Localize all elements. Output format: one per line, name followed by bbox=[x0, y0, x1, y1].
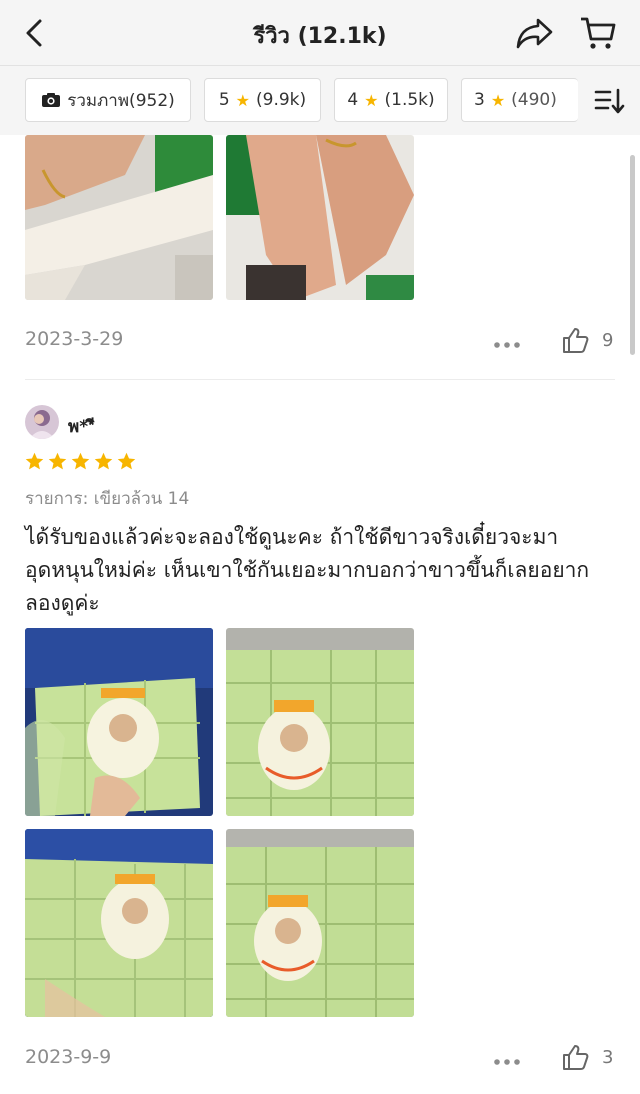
star-icon bbox=[25, 452, 44, 470]
review-filter-bar: รวมภาพ(952) 5 ★ (9.9k) 4 ★ (1.5k) 3 ★ (4… bbox=[0, 67, 640, 135]
star-icon bbox=[48, 452, 67, 470]
filter-chip-3-star[interactable]: 3 ★ (490) bbox=[461, 78, 578, 122]
filter-chip-label: 3 bbox=[474, 90, 485, 110]
filter-chip-count: (9.9k) bbox=[256, 90, 307, 110]
thumbs-up-icon[interactable] bbox=[561, 1043, 589, 1071]
filter-chip-label: 5 bbox=[218, 90, 230, 110]
filter-chip-5-star[interactable]: 5 ★ (9.9k) bbox=[204, 78, 321, 122]
filter-chip-label: รวมภาพ(952) bbox=[67, 90, 175, 111]
star-icon bbox=[94, 452, 113, 470]
star-icon: ★ bbox=[364, 90, 379, 110]
thumbs-up-icon[interactable] bbox=[561, 326, 589, 354]
review-photo[interactable] bbox=[25, 628, 213, 816]
camera-icon bbox=[42, 93, 61, 107]
review-photo[interactable] bbox=[25, 829, 213, 1017]
review-divider bbox=[25, 379, 615, 380]
filter-chip-label: 4 bbox=[347, 90, 359, 110]
reviewer-name: พ**ี bbox=[68, 417, 95, 437]
star-icon: ★ bbox=[490, 90, 506, 110]
review-photo[interactable] bbox=[226, 829, 414, 1017]
review-date: 2023-9-9 bbox=[25, 1046, 112, 1068]
filter-chip-count: (490) bbox=[511, 90, 557, 110]
variant-label: รายการ: เขียวล้วน 14 bbox=[25, 489, 190, 509]
top-bar: รีวิว (12.1k) bbox=[0, 0, 640, 66]
avatar[interactable] bbox=[25, 405, 59, 439]
star-icon bbox=[117, 452, 136, 470]
more-options-icon[interactable] bbox=[493, 1052, 521, 1065]
share-icon[interactable] bbox=[514, 14, 554, 52]
review-photo[interactable] bbox=[226, 628, 414, 816]
sort-icon[interactable] bbox=[590, 85, 626, 117]
scrollbar[interactable] bbox=[630, 155, 635, 355]
like-count: 9 bbox=[602, 330, 614, 351]
filter-chip-photos[interactable]: รวมภาพ(952) bbox=[25, 78, 191, 122]
review-photo[interactable] bbox=[25, 135, 213, 300]
filter-chip-4-star[interactable]: 4 ★ (1.5k) bbox=[334, 78, 448, 122]
filter-chip-count: (1.5k) bbox=[384, 90, 435, 110]
review-text: ได้รับของแล้วค่ะจะลองใช้ดูนะคะ ถ้าใช้ดีข… bbox=[25, 525, 590, 615]
cart-icon[interactable] bbox=[578, 14, 618, 52]
review-list[interactable]: 2023-3-29 9 พ**ี รายการ: เขียวล้วน 14 ได… bbox=[0, 135, 640, 1094]
star-icon bbox=[71, 452, 90, 470]
more-options-icon[interactable] bbox=[493, 335, 521, 348]
review-photo[interactable] bbox=[226, 135, 414, 300]
star-icon: ★ bbox=[235, 90, 250, 110]
rating-stars bbox=[24, 451, 139, 473]
review-date: 2023-3-29 bbox=[25, 328, 124, 350]
like-count: 3 bbox=[602, 1047, 614, 1068]
